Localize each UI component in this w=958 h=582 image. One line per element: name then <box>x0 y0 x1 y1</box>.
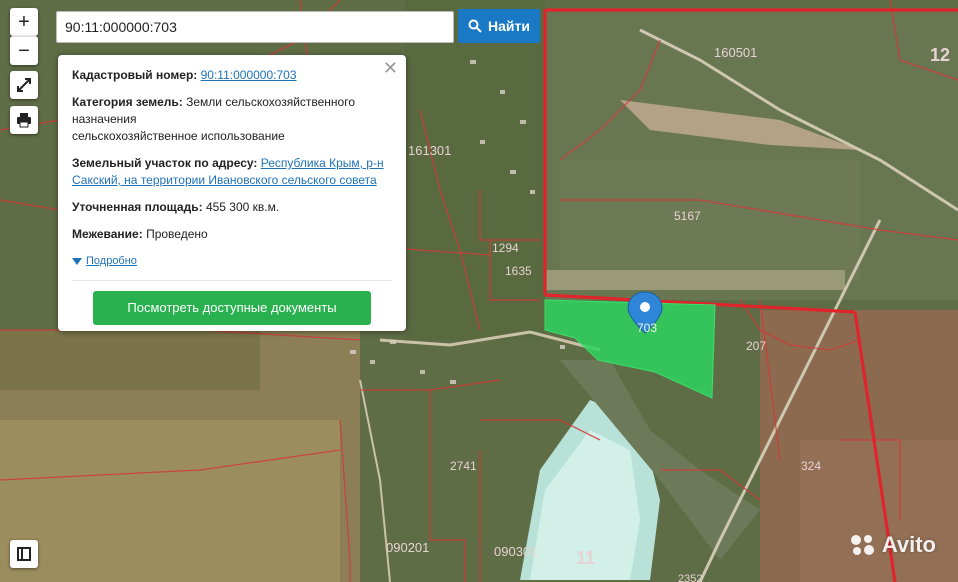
cadastral-link[interactable]: 90:11:000000:703 <box>201 68 297 82</box>
print-button[interactable] <box>10 106 38 134</box>
map-label: 324 <box>801 459 821 473</box>
map-label: 160501 <box>714 45 757 60</box>
map-label: 090201 <box>386 540 429 555</box>
fullscreen-icon <box>17 78 31 92</box>
survey-value: Проведено <box>146 227 208 241</box>
fullscreen-button[interactable] <box>10 71 38 99</box>
cadastral-label: Кадастровый номер: <box>72 68 198 82</box>
search-button[interactable]: Найти <box>458 9 540 43</box>
search-input[interactable] <box>56 11 454 43</box>
search-button-label: Найти <box>488 18 530 34</box>
cadastral-row: Кадастровый номер: 90:11:000000:703 <box>72 67 392 84</box>
watermark-text: Avito <box>881 532 936 557</box>
category-value: назначения <box>72 112 137 126</box>
area-value: 455 300 кв.м. <box>205 200 280 214</box>
map-label: 11 <box>576 548 595 568</box>
area-row: Уточненная площадь: 455 300 кв.м. <box>72 199 392 216</box>
popup-divider <box>72 280 392 281</box>
address-label: Земельный участок по адресу: <box>72 156 258 170</box>
survey-label: Межевание: <box>72 227 143 241</box>
survey-row: Межевание: Проведено <box>72 226 392 243</box>
map-label: 161301 <box>408 143 451 158</box>
address-link[interactable]: Республика Крым, р-н <box>261 156 384 170</box>
zoom-in-button[interactable]: + <box>10 8 38 36</box>
book-icon <box>17 547 31 561</box>
map-label: 090301 <box>494 544 537 559</box>
map-label: 2352 <box>678 573 702 582</box>
map-label: 703 <box>637 321 657 335</box>
map-label: 12 <box>930 45 950 65</box>
map-label: 1635 <box>505 264 532 278</box>
more-details-label[interactable]: Подробно <box>86 253 137 270</box>
area-label: Уточненная площадь: <box>72 200 203 214</box>
more-details-link[interactable]: Подробно <box>72 253 392 270</box>
legend-button[interactable] <box>10 540 38 568</box>
parcel-info-popup: ✕ Кадастровый номер: 90:11:000000:703 Ка… <box>58 55 406 331</box>
close-icon[interactable]: ✕ <box>383 59 398 77</box>
view-documents-button[interactable]: Посмотреть доступные документы <box>93 291 371 325</box>
map-label: 207 <box>746 339 766 353</box>
caret-down-icon <box>72 257 82 265</box>
category-value: сельскохозяйственное использование <box>72 129 285 143</box>
category-row: Категория земель: Земли сельскохозяйстве… <box>72 94 392 145</box>
address-row: Земельный участок по адресу: Республика … <box>72 155 392 189</box>
search-icon <box>468 19 482 33</box>
map-label: 1294 <box>492 241 519 255</box>
printer-icon <box>17 113 31 128</box>
zoom-out-button[interactable]: − <box>10 36 38 65</box>
avito-watermark: Avito <box>850 532 936 558</box>
map-label: 2741 <box>450 459 477 473</box>
address-link[interactable]: Сакский, на территории Ивановского сельс… <box>72 173 377 187</box>
category-label: Категория земель: <box>72 95 183 109</box>
map-label: 5167 <box>674 209 701 223</box>
category-value: Земли сельскохозяйственного <box>186 95 356 109</box>
avito-logo-icon <box>850 535 874 555</box>
